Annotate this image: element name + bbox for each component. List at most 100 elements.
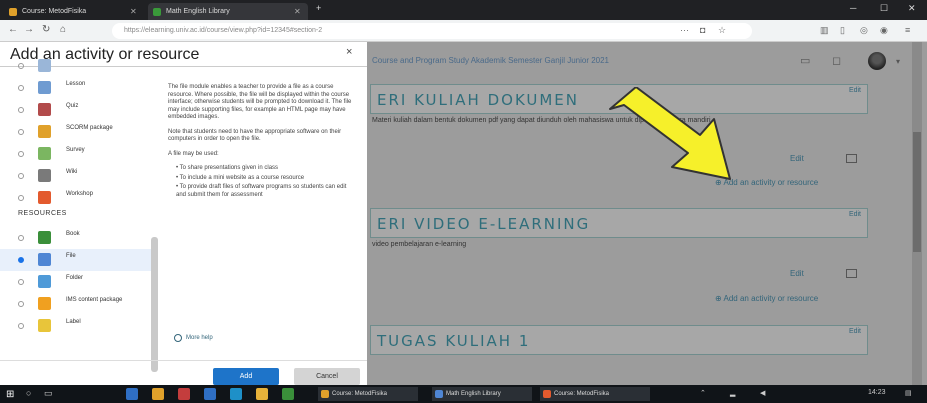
option-radio[interactable] [18, 173, 24, 179]
help-list-item: To provide draft files of software progr… [176, 184, 358, 199]
file-icon [38, 253, 51, 266]
move-icon[interactable] [846, 154, 857, 163]
add-button[interactable]: Add [213, 368, 279, 385]
task-label: Course: MetodFisika [332, 391, 388, 397]
notification-center-icon[interactable]: ▤ [905, 389, 912, 397]
notifications-icon[interactable]: ◻ [832, 54, 841, 67]
option-label: File [66, 253, 76, 259]
more-help-link[interactable]: More help [186, 335, 213, 341]
option-radio[interactable] [18, 323, 24, 329]
section-title[interactable]: ERI VIDEO E-LEARNING [377, 215, 590, 233]
label-icon [38, 319, 51, 332]
windows-start-icon[interactable]: ⊞ [6, 389, 14, 400]
browser-tab[interactable]: Course: MetodFisika ✕ [4, 3, 144, 20]
minimize-icon[interactable]: ─ [850, 3, 856, 13]
extension-icon[interactable]: ◎ [860, 25, 868, 36]
new-tab-button[interactable]: + [316, 3, 321, 13]
section-header: TUGAS KULIAH 1 Edit [370, 325, 868, 355]
edit-menu-link[interactable]: Edit [790, 154, 804, 163]
url-input[interactable]: https://elearning.univ.ac.id/course/view… [112, 23, 752, 39]
add-activity-link[interactable]: ⊕ Add an activity or resource [715, 294, 818, 303]
back-icon[interactable]: ← [8, 24, 18, 35]
move-icon[interactable] [846, 269, 857, 278]
help-paragraph: A file may be used: [168, 150, 219, 157]
hamburger-menu-icon[interactable]: ≡ [905, 25, 910, 35]
option-activity[interactable]: Quiz [0, 99, 158, 121]
section-title[interactable]: TUGAS KULIAH 1 [377, 332, 530, 350]
breadcrumb[interactable]: Course and Program Study Akademik Semest… [372, 56, 609, 65]
network-icon[interactable]: ▂ [730, 389, 735, 397]
library-icon[interactable]: ▥ [820, 25, 829, 36]
cancel-button[interactable]: Cancel [294, 368, 360, 385]
option-resource-selected[interactable]: File [0, 249, 158, 271]
app-icon[interactable] [204, 388, 216, 400]
taskbar-task[interactable]: Math English Library [432, 387, 532, 401]
tray-chevron-icon[interactable]: ⌃ [700, 389, 706, 397]
browser-tab-active[interactable]: Math English Library ✕ [148, 3, 308, 20]
option-activity[interactable]: Workshop [0, 187, 158, 209]
option-resource[interactable]: Folder [0, 271, 158, 293]
avatar[interactable] [868, 52, 886, 70]
ims-package-icon [38, 297, 51, 310]
module-option-list: Lesson Quiz SCORM package Survey Wiki Wo… [0, 59, 158, 343]
app-icon[interactable] [282, 388, 294, 400]
option-label: Book [66, 231, 80, 237]
survey-icon [38, 147, 51, 160]
help-list-item: To include a mini website as a course re… [176, 175, 358, 183]
clock[interactable]: 14:23 [868, 389, 886, 396]
task-view-icon[interactable]: ▭ [44, 388, 53, 399]
close-icon[interactable]: × [346, 46, 352, 58]
forward-icon[interactable]: → [24, 24, 34, 35]
option-resource[interactable]: IMS content package [0, 293, 158, 315]
volume-icon[interactable]: ◀ [760, 389, 765, 397]
option-activity[interactable]: Survey [0, 143, 158, 165]
browser-tabbar: Course: MetodFisika ✕ Math English Libra… [0, 0, 927, 20]
bookmark-star-icon[interactable]: ☆ [718, 25, 726, 36]
menu-dots-icon[interactable]: ··· [680, 25, 689, 35]
option-activity[interactable] [0, 55, 158, 77]
option-activity[interactable]: Lesson [0, 77, 158, 99]
chevron-down-icon[interactable]: ▾ [896, 57, 900, 66]
app-icon[interactable] [152, 388, 164, 400]
section-edit-link[interactable]: Edit [849, 211, 861, 218]
section-header: ERI VIDEO E-LEARNING Edit [370, 208, 868, 238]
option-activity[interactable]: SCORM package [0, 121, 158, 143]
messages-icon[interactable]: ▭ [800, 54, 810, 67]
option-radio[interactable] [18, 235, 24, 241]
section-edit-link[interactable]: Edit [849, 87, 861, 94]
close-tab-icon[interactable]: ✕ [294, 3, 301, 20]
edit-menu-link[interactable]: Edit [790, 269, 804, 278]
section-title[interactable]: ERI KULIAH DOKUMEN [377, 91, 579, 109]
app-icon[interactable] [178, 388, 190, 400]
pocket-icon[interactable]: ◘ [700, 25, 705, 35]
section-edit-link[interactable]: Edit [849, 328, 861, 335]
taskbar-task[interactable]: Course: MetodFisika [540, 387, 650, 401]
reload-icon[interactable]: ↻ [42, 24, 50, 35]
option-radio[interactable] [18, 257, 24, 263]
option-radio[interactable] [18, 63, 24, 69]
sidebar-icon[interactable]: ▯ [840, 25, 845, 36]
option-radio[interactable] [18, 301, 24, 307]
app-icon[interactable] [256, 388, 268, 400]
option-radio[interactable] [18, 85, 24, 91]
option-list-scrollbar[interactable] [151, 237, 158, 372]
taskbar-task[interactable]: Course: MetodFisika [318, 387, 418, 401]
account-icon[interactable]: ◉ [880, 25, 888, 36]
option-resource[interactable]: Label [0, 315, 158, 337]
option-label: Wiki [66, 169, 78, 175]
option-radio[interactable] [18, 107, 24, 113]
maximize-icon[interactable]: ☐ [880, 3, 888, 14]
close-window-icon[interactable]: ✕ [908, 3, 916, 14]
page-scrollbar-thumb[interactable] [913, 132, 921, 252]
option-radio[interactable] [18, 195, 24, 201]
app-icon[interactable] [230, 388, 242, 400]
option-radio[interactable] [18, 279, 24, 285]
app-icon[interactable] [126, 388, 138, 400]
option-activity[interactable]: Wiki [0, 165, 158, 187]
option-radio[interactable] [18, 151, 24, 157]
option-resource[interactable]: Book [0, 227, 158, 249]
close-tab-icon[interactable]: ✕ [130, 3, 137, 20]
option-radio[interactable] [18, 129, 24, 135]
home-icon[interactable]: ⌂ [60, 24, 66, 35]
search-icon[interactable]: ○ [26, 388, 31, 398]
